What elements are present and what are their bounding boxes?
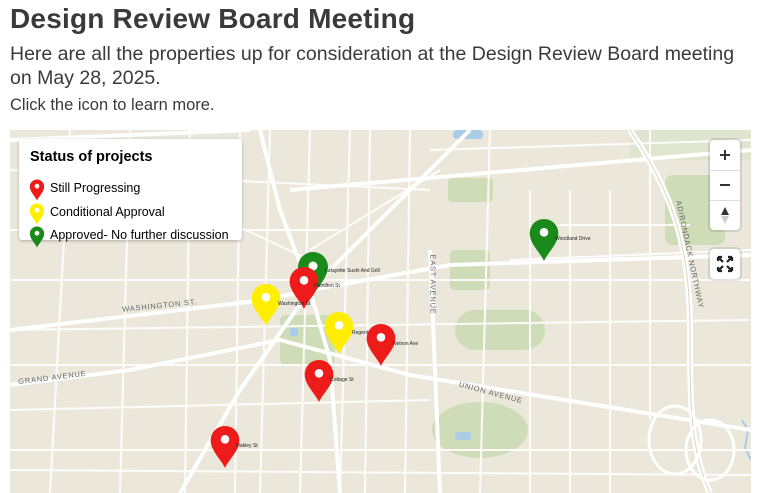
zoom-controls — [710, 140, 740, 230]
map-marker-progressing[interactable] — [209, 425, 241, 474]
marker-label: Oakley St — [236, 443, 258, 449]
fullscreen-button[interactable] — [710, 249, 740, 279]
map[interactable]: WASHINGTON ST. GRAND AVENUE EAST AVENUE … — [10, 130, 751, 493]
zoom-in-button[interactable] — [710, 140, 740, 170]
map-marker-approved[interactable] — [528, 218, 560, 267]
compass-button[interactable] — [710, 201, 740, 230]
marker-label: Washington St — [278, 301, 311, 307]
map-legend: Status of projects Still Progressing Con… — [19, 139, 242, 248]
marker-label: Lafayette Sushi And Grill — [325, 268, 380, 274]
legend-title: Status of projects — [30, 149, 153, 165]
map-marker-progressing[interactable] — [288, 266, 320, 315]
legend-item-label: Conditional Approval — [50, 205, 165, 219]
marker-label: Hamilton St — [314, 283, 340, 289]
marker-label: Cottage St — [330, 377, 354, 383]
red-pin-icon — [29, 179, 45, 201]
map-marker-progressing[interactable] — [365, 323, 397, 372]
hint-text: Click the icon to learn more. — [10, 96, 215, 114]
map-marker-progressing[interactable] — [303, 359, 335, 408]
marker-label: Woodland Drive — [555, 236, 591, 242]
green-pin-icon — [29, 226, 45, 248]
map-marker-conditional[interactable] — [323, 311, 355, 360]
street-label-east: EAST AVENUE — [428, 254, 438, 315]
legend-item-label: Still Progressing — [50, 181, 141, 195]
intro-text: Here are all the properties up for consi… — [10, 43, 735, 89]
page-title: Design Review Board Meeting — [10, 3, 416, 34]
marker-label: Nelson Ave — [393, 341, 419, 347]
map-marker-conditional[interactable] — [250, 283, 282, 332]
minus-icon — [720, 184, 730, 186]
yellow-pin-icon — [29, 203, 45, 225]
fullscreen-icon — [716, 255, 734, 273]
compass-icon — [721, 207, 729, 224]
plus-icon — [720, 150, 730, 160]
legend-item-label: Approved- No further discussion — [50, 228, 229, 242]
zoom-out-button[interactable] — [710, 171, 740, 201]
